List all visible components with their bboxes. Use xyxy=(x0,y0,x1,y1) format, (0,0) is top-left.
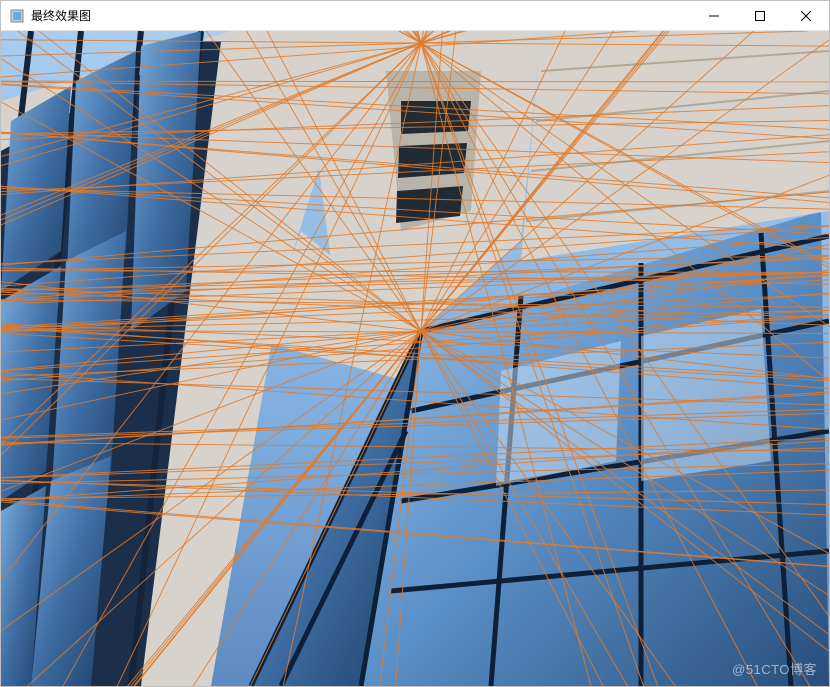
window-controls xyxy=(691,1,829,30)
titlebar[interactable]: 最终效果图 xyxy=(1,1,829,31)
minimize-icon xyxy=(709,11,719,21)
maximize-icon xyxy=(755,11,765,21)
minimize-button[interactable] xyxy=(691,1,737,30)
close-icon xyxy=(801,11,811,21)
window-title: 最终效果图 xyxy=(31,1,91,31)
maximize-button[interactable] xyxy=(737,1,783,30)
app-icon xyxy=(9,8,25,24)
app-window: 最终效果图 xyxy=(0,0,830,687)
result-image xyxy=(1,31,829,686)
image-viewport: @51CTO博客 xyxy=(1,31,829,686)
close-button[interactable] xyxy=(783,1,829,30)
